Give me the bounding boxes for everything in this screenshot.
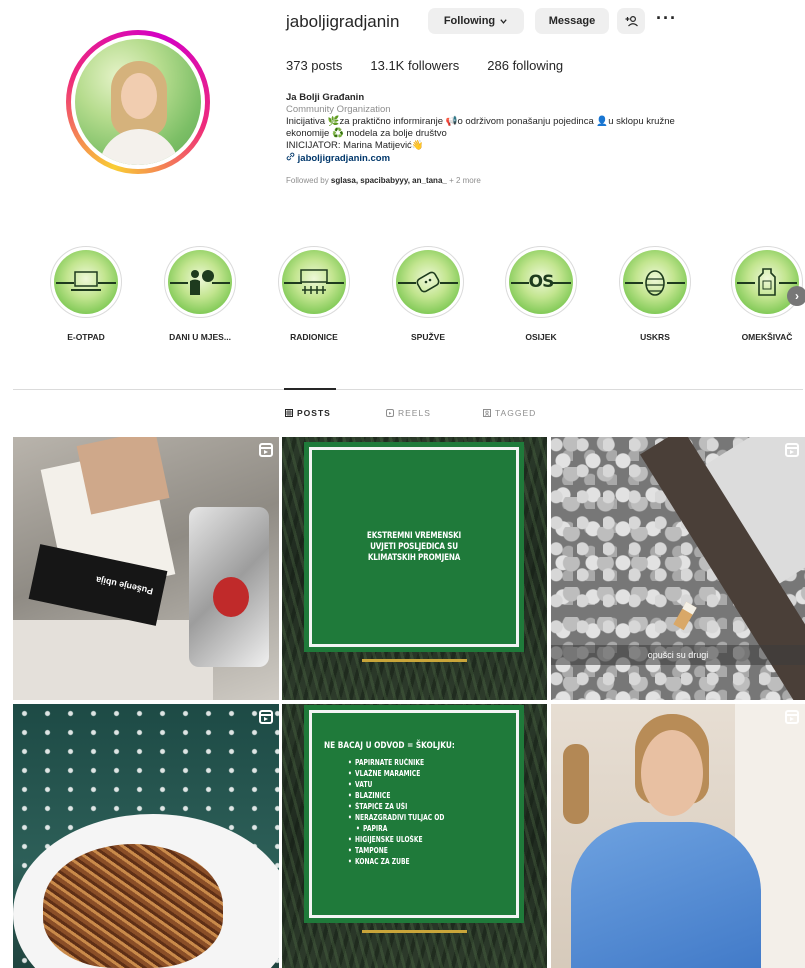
tab-reels-label: REELS — [398, 408, 431, 418]
grid-icon — [285, 409, 293, 417]
posts-count: 373 posts — [286, 58, 343, 73]
list-item: VATU — [348, 779, 444, 790]
highlight-label: RADIONICE — [290, 332, 338, 342]
highlight-spuzve[interactable]: SPUŽVE — [383, 246, 473, 342]
list-item: VLAŽNE MARAMICE — [348, 768, 444, 779]
followers-count[interactable]: 13.1K followers — [370, 58, 459, 73]
more-options-icon[interactable]: ··· — [656, 8, 677, 29]
post-woman-video[interactable] — [551, 704, 805, 968]
list-title: NE BACAJ U ODVOD = ŠKOLJKU: — [324, 741, 455, 751]
profile-avatar — [75, 39, 201, 165]
highlight-e-otpad[interactable]: E-OTPAD — [41, 246, 131, 342]
highlight-label: OSIJEK — [525, 332, 557, 342]
list-item: BLAZINICE — [348, 790, 444, 801]
post-ekstremni-uvjeti[interactable]: EKSTREMNI VREMENSKI UVJETI POSLJEDICA SU… — [282, 437, 547, 700]
tab-posts[interactable]: POSTS — [285, 408, 331, 418]
highlights-next-arrow-icon[interactable]: › — [787, 286, 805, 306]
followed-by[interactable]: Followed by sglasa, spacibabyyy, an_tana… — [286, 175, 786, 187]
reel-icon — [785, 443, 799, 457]
bottle-icon — [758, 268, 776, 296]
laptop-icon — [71, 271, 101, 291]
list-item: ŠTAPIĆE ZA UŠI — [348, 801, 444, 812]
highlight-dani-u-mjesecu[interactable]: DANI U MJES... — [155, 246, 245, 342]
post-cigarette-gravel[interactable]: opušci su drugi — [551, 437, 805, 700]
do-not-flush-list: PAPIRNATE RUČNIKE VLAŽNE MARAMICE VATU B… — [324, 757, 468, 867]
highlight-uskrs[interactable]: USKRS — [610, 246, 700, 342]
active-tab-indicator — [284, 388, 336, 390]
bio-line-3: INICIJATOR: Marina Matijević👋 — [286, 140, 424, 151]
profile-bio: Ja Bolji Građanin Community Organization… — [286, 92, 786, 187]
chevron-down-icon — [500, 18, 507, 24]
reels-icon — [386, 409, 394, 417]
list-item: KONAC ZA ZUBE — [348, 856, 444, 867]
list-item: PAPIRA — [348, 823, 444, 834]
list-item: NERAZGRADIVI TULJAC OD — [348, 812, 444, 823]
bio-name: Ja Bolji Građanin — [286, 92, 365, 103]
post-caption: opušci su drugi — [551, 645, 805, 665]
following-button[interactable]: Following — [428, 8, 524, 34]
tab-tagged[interactable]: TAGGED — [483, 408, 536, 418]
tabs-divider — [13, 389, 803, 390]
add-user-icon — [625, 15, 638, 27]
link-icon — [286, 152, 295, 161]
post-card-text: EKSTREMNI VREMENSKI UVJETI POSLJEDICA SU… — [366, 530, 462, 563]
gold-divider — [362, 930, 467, 933]
green-card: EKSTREMNI VREMENSKI UVJETI POSLJEDICA SU… — [304, 442, 524, 652]
gold-divider — [362, 659, 467, 662]
list-item: HIGIJENSKE ULOŠKE — [348, 834, 444, 845]
highlight-label: DANI U MJES... — [169, 332, 231, 342]
tagged-icon — [483, 409, 491, 417]
os-text: OS — [528, 272, 555, 292]
followed-names: sglasa, spacibabyyy, an_tana_ — [330, 176, 447, 185]
bio-line-2: ekonomije ♻️ modela za bolje društvo — [286, 128, 447, 139]
highlight-label: SPUŽVE — [410, 332, 445, 342]
highlight-osijek[interactable]: OS OSIJEK — [496, 246, 586, 342]
bio-website-text: jaboljigradjanin.com — [297, 153, 391, 164]
reel-icon — [785, 710, 799, 724]
post-cigarette-trash[interactable]: Pušenje ubija — [13, 437, 279, 700]
sponge-icon — [416, 271, 440, 293]
post-plate-food[interactable] — [13, 704, 279, 968]
followed-prefix: Followed by — [286, 176, 331, 185]
add-user-button[interactable] — [617, 8, 645, 34]
green-card: NE BACAJ U ODVOD = ŠKOLJKU: PAPIRNATE RU… — [304, 705, 524, 923]
reel-icon — [259, 710, 273, 724]
following-label: Following — [443, 15, 496, 27]
tab-reels[interactable]: REELS — [386, 408, 431, 418]
workshop-icon — [300, 269, 328, 294]
profile-avatar-ring[interactable] — [66, 30, 210, 174]
following-count[interactable]: 286 following — [487, 58, 563, 73]
bio-website-link[interactable]: jaboljigradjanin.com — [286, 152, 786, 165]
bio-category: Community Organization — [286, 104, 391, 115]
highlight-label: E-OTPAD — [67, 332, 105, 342]
list-item: TAMPONE — [348, 845, 444, 856]
profile-stats: 373 posts 13.1K followers 286 following — [286, 58, 591, 73]
highlight-label: USKRS — [640, 332, 670, 342]
post-ne-bacaj-u-odvod[interactable]: NE BACAJ U ODVOD = ŠKOLJKU: PAPIRNATE RU… — [282, 704, 547, 968]
easter-egg-icon — [645, 270, 665, 296]
followed-suffix: + 2 more — [446, 176, 481, 185]
tab-posts-label: POSTS — [297, 408, 331, 418]
bio-line-1: Inicijativa 🌿za praktično informiranje 📢… — [286, 116, 675, 127]
reel-icon — [259, 443, 273, 457]
highlight-label: OMEKŠIVAČ — [741, 332, 793, 342]
profile-username: jaboljigradjanin — [286, 12, 400, 31]
highlight-radionice[interactable]: RADIONICE — [269, 246, 359, 342]
tab-tagged-label: TAGGED — [495, 408, 537, 418]
list-item: PAPIRNATE RUČNIKE — [348, 757, 444, 768]
message-button[interactable]: Message — [535, 8, 609, 34]
person-icon — [190, 270, 214, 295]
